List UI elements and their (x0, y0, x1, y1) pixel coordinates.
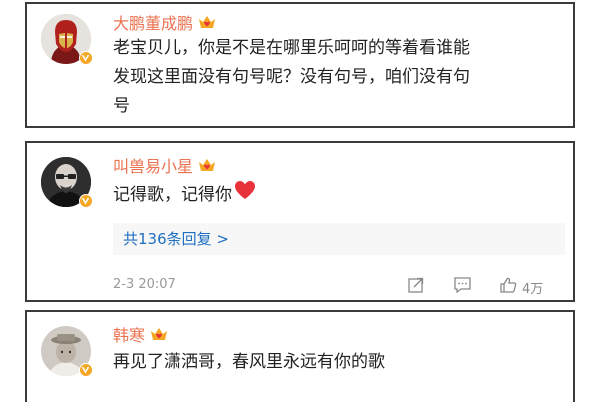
username-label[interactable]: 叫兽易小星 (113, 153, 216, 177)
comment-text: 记得歌，记得你 (113, 180, 256, 210)
view-replies-link[interactable]: 共136条回复 > (113, 223, 565, 255)
crown-heart-icon (150, 326, 168, 342)
thumbs-up-icon[interactable] (499, 276, 518, 298)
replies-label[interactable]: 共136条回复 > (123, 230, 229, 248)
comment-icon[interactable] (453, 276, 472, 298)
verified-v-icon (79, 194, 93, 208)
share-button[interactable] (407, 276, 425, 298)
comment-text: 老宝贝儿，你是不是在哪里乐呵呵的等着看谁能 发现这里面没有句号呢？没有句号，咱们… (113, 34, 573, 121)
username-text[interactable]: 韩寒 (113, 322, 145, 346)
comment-card-hanhan: 韩寒 再见了潇洒哥，春风里永远有你的歌 (25, 310, 575, 402)
comment-text-line: 老宝贝儿，你是不是在哪里乐呵呵的等着看谁能 (113, 38, 470, 58)
verified-v-icon (79, 51, 93, 65)
username-label[interactable]: 大鹏董成鹏 (113, 10, 216, 34)
verified-v-icon (79, 363, 93, 377)
like-button[interactable]: 4万 (499, 276, 543, 298)
username-label[interactable]: 韩寒 (113, 322, 168, 346)
comment-card-dapeng: 大鹏董成鹏 老宝贝儿，你是不是在哪里乐呵呵的等着看谁能 发现这里面没有句号呢？没… (25, 2, 575, 128)
crown-heart-icon (198, 157, 216, 173)
comment-text-line: 发现这里面没有句号呢？没有句号，咱们没有句 (113, 67, 470, 87)
username-text[interactable]: 大鹏董成鹏 (113, 10, 193, 34)
crown-heart-icon (198, 14, 216, 30)
comment-text-line: 号 (113, 96, 130, 116)
share-icon[interactable] (407, 276, 425, 298)
comment-card-yixiaoxing: 叫兽易小星 记得歌，记得你 共136条回复 > 2-3 20:07 4万 (25, 141, 575, 302)
comment-button[interactable] (453, 276, 472, 298)
like-count: 4万 (522, 281, 544, 297)
comment-text-line: 记得歌，记得你 (113, 184, 232, 205)
red-heart-icon (234, 180, 256, 210)
comment-timestamp: 2-3 20:07 (113, 277, 176, 292)
username-text[interactable]: 叫兽易小星 (113, 153, 193, 177)
comment-text: 再见了潇洒哥，春风里永远有你的歌 (113, 352, 385, 372)
